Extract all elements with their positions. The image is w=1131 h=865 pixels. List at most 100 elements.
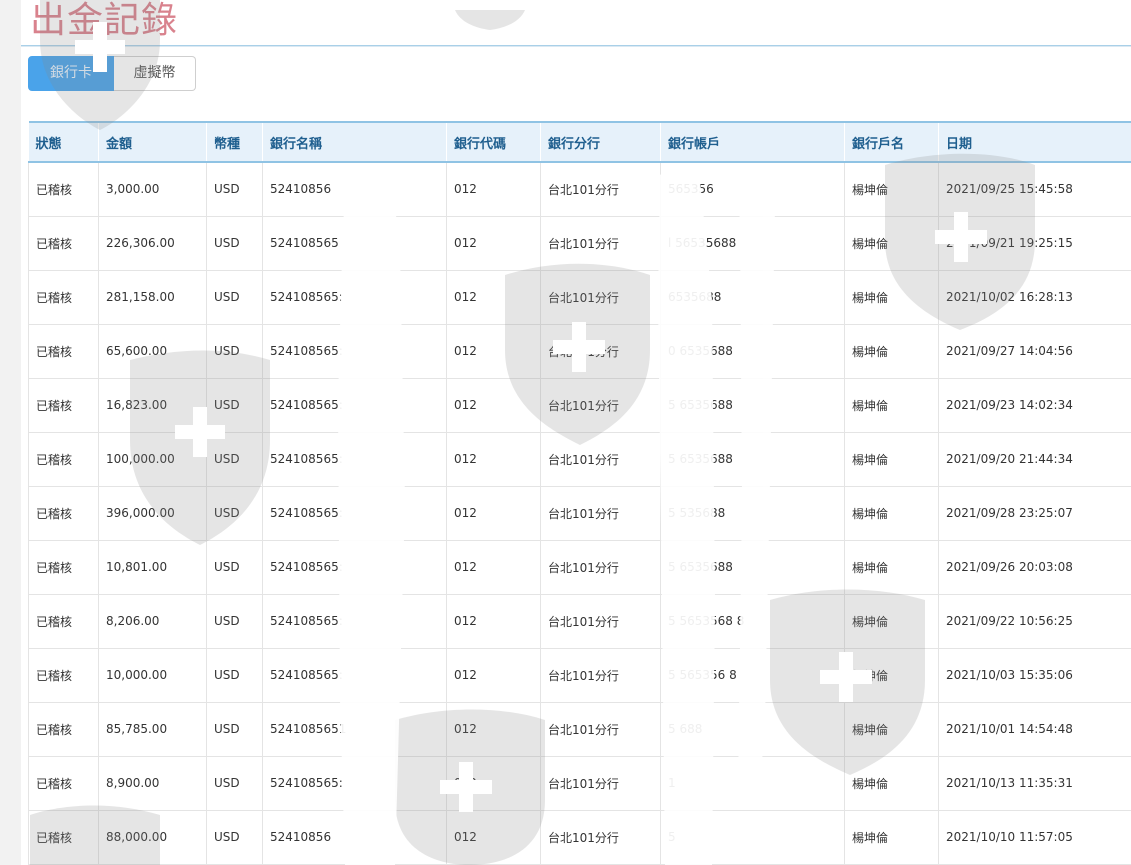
cell-account: l 56535688 xyxy=(660,216,845,271)
cell-bank-name: 524108565: xyxy=(262,486,447,541)
cell-status: 已稽核 xyxy=(28,324,99,379)
cell-currency: USD xyxy=(206,162,263,217)
cell-bank-code: 012 xyxy=(446,648,541,703)
cell-bank-code: 012 xyxy=(446,324,541,379)
cell-account: 5 535688 xyxy=(660,486,845,541)
cell-status: 已稽核 xyxy=(28,756,99,811)
cell-amount: 100,000.00 xyxy=(98,432,207,487)
cell-account: 5 6535688 xyxy=(660,432,845,487)
cell-bank-code: 012 xyxy=(446,756,541,811)
cell-bank-code: 012 xyxy=(446,378,541,433)
cell-bank-code: 012 xyxy=(446,432,541,487)
cell-branch: 台北101分行 xyxy=(540,594,661,649)
cell-holder: 楊坤倫 xyxy=(844,702,939,757)
cell-date: 2021/09/23 14:02:34 xyxy=(938,378,1131,433)
shield-watermark-icon xyxy=(455,10,525,30)
cell-branch: 台北101分行 xyxy=(540,270,661,325)
cell-amount: 8,900.00 xyxy=(98,756,207,811)
tab-bank-card[interactable]: 銀行卡 xyxy=(28,56,114,91)
cell-bank-code: 012 xyxy=(446,216,541,271)
cell-account: 1 xyxy=(660,756,845,811)
cell-date: 2021/09/22 10:56:25 xyxy=(938,594,1131,649)
cell-bank-name: 524108565 xyxy=(262,216,447,271)
tab-group: 銀行卡 虛擬幣 xyxy=(28,56,196,91)
cell-branch: 台北101分行 xyxy=(540,486,661,541)
cell-currency: USD xyxy=(206,324,263,379)
cell-bank-name: 524108565: xyxy=(262,270,447,325)
cell-branch: 台北101分行 xyxy=(540,324,661,379)
cell-date: 2021/09/20 21:44:34 xyxy=(938,432,1131,487)
column-header-account: 銀行帳戶 xyxy=(660,121,845,163)
cell-account: 0 6535688 xyxy=(660,324,845,379)
cell-holder: 楊坤倫 xyxy=(844,810,939,865)
cell-branch: 台北101分行 xyxy=(540,432,661,487)
cell-amount: 16,823.00 xyxy=(98,378,207,433)
cell-holder: 楊坤倫 xyxy=(844,432,939,487)
table-row: 已稽核 281,158.00 USD 524108565: 012 台北101分… xyxy=(28,270,1131,325)
cell-bank-name: 524108565: xyxy=(262,756,447,811)
cell-currency: USD xyxy=(206,270,263,325)
cell-currency: USD xyxy=(206,486,263,541)
cell-date: 2021/10/10 11:57:05 xyxy=(938,810,1131,865)
withdrawal-records-table: 狀態 金額 幣種 銀行名稱 銀行代碼 銀行分行 銀行帳戶 銀行戶名 日期 已稽核… xyxy=(28,121,1131,865)
cell-date: 2021/09/21 19:25:15 xyxy=(938,216,1131,271)
cell-branch: 台北101分行 xyxy=(540,540,661,595)
cell-bank-code: 012 xyxy=(446,594,541,649)
cell-bank-name: 524108565: xyxy=(262,540,447,595)
cell-status: 已稽核 xyxy=(28,270,99,325)
cell-date: 2021/09/27 14:04:56 xyxy=(938,324,1131,379)
cell-amount: 88,000.00 xyxy=(98,810,207,865)
cell-holder: 楊坤倫 xyxy=(844,162,939,217)
table-row: 已稽核 226,306.00 USD 524108565 012 台北101分行… xyxy=(28,216,1131,271)
cell-account: 565356 xyxy=(660,162,845,217)
cell-bank-name: 52410856 xyxy=(262,162,447,217)
cell-bank-name: 52410856 xyxy=(262,810,447,865)
column-header-bank-code: 銀行代碼 xyxy=(446,121,541,163)
cell-currency: USD xyxy=(206,702,263,757)
title-divider xyxy=(21,45,1131,47)
cell-date: 2021/09/26 20:03:08 xyxy=(938,540,1131,595)
cell-date: 2021/10/13 11:35:31 xyxy=(938,756,1131,811)
column-header-currency: 幣種 xyxy=(206,121,263,163)
column-header-date: 日期 xyxy=(938,121,1131,163)
cell-date: 2021/09/28 23:25:07 xyxy=(938,486,1131,541)
cell-status: 已稽核 xyxy=(28,594,99,649)
table-row: 已稽核 88,000.00 USD 52410856 012 台北101分行 5… xyxy=(28,810,1131,865)
tab-crypto[interactable]: 虛擬幣 xyxy=(114,56,196,91)
table-row: 已稽核 100,000.00 USD 524108565: 012 台北101分… xyxy=(28,432,1131,487)
cell-currency: USD xyxy=(206,216,263,271)
cell-account: 6535688 xyxy=(660,270,845,325)
cell-amount: 85,785.00 xyxy=(98,702,207,757)
cell-account: 5 6535688 xyxy=(660,378,845,433)
column-header-holder: 銀行戶名 xyxy=(844,121,939,163)
cell-holder: 楊坤倫 xyxy=(844,594,939,649)
cell-bank-name: 524108565: xyxy=(262,432,447,487)
cell-amount: 10,000.00 xyxy=(98,648,207,703)
cell-account: 5 6535688 xyxy=(660,540,845,595)
cell-holder: 楊坤倫 xyxy=(844,540,939,595)
cell-amount: 3,000.00 xyxy=(98,162,207,217)
table-row: 已稽核 8,900.00 USD 524108565: 012 台北101分行 … xyxy=(28,756,1131,811)
cell-bank-code: 012 xyxy=(446,702,541,757)
left-gutter xyxy=(0,0,21,865)
cell-bank-name: 524108565: xyxy=(262,378,447,433)
cell-bank-name: 524108565: xyxy=(262,594,447,649)
cell-branch: 台北101分行 xyxy=(540,216,661,271)
table-header-row: 狀態 金額 幣種 銀行名稱 銀行代碼 銀行分行 銀行帳戶 銀行戶名 日期 xyxy=(28,121,1131,163)
cell-branch: 台北101分行 xyxy=(540,378,661,433)
cell-amount: 8,206.00 xyxy=(98,594,207,649)
cell-currency: USD xyxy=(206,648,263,703)
table-row: 已稽核 8,206.00 USD 524108565: 012 台北101分行 … xyxy=(28,594,1131,649)
cell-currency: USD xyxy=(206,378,263,433)
table-row: 已稽核 85,785.00 USD 5241085651 012 台北101分行… xyxy=(28,702,1131,757)
cell-amount: 281,158.00 xyxy=(98,270,207,325)
cell-amount: 226,306.00 xyxy=(98,216,207,271)
cell-bank-name: 524108565: xyxy=(262,324,447,379)
cell-account: 5 xyxy=(660,810,845,865)
cell-branch: 台北101分行 xyxy=(540,648,661,703)
column-header-bank-name: 銀行名稱 xyxy=(262,121,447,163)
table-row: 已稽核 396,000.00 USD 524108565: 012 台北101分… xyxy=(28,486,1131,541)
cell-amount: 396,000.00 xyxy=(98,486,207,541)
cell-currency: USD xyxy=(206,432,263,487)
cell-branch: 台北101分行 xyxy=(540,162,661,217)
